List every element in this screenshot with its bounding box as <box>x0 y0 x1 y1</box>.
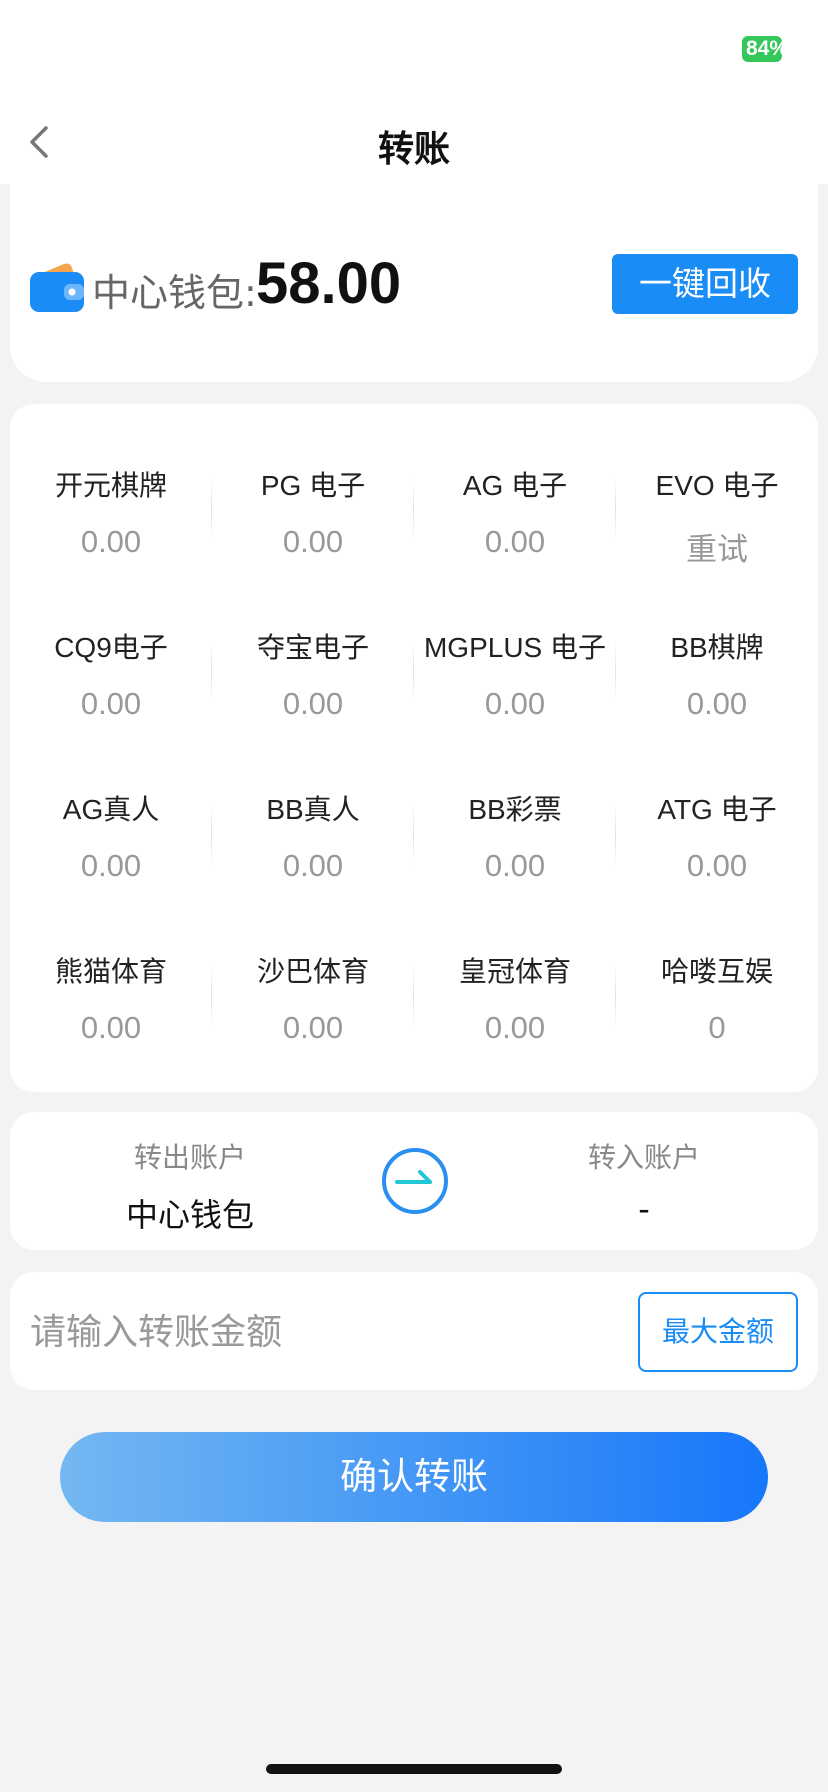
platform-cell[interactable]: AG 电子 0.00 <box>414 436 616 598</box>
wallet-balance: 58.00 <box>256 251 402 316</box>
platform-balance: 0.00 <box>686 686 748 721</box>
platform-name: CQ9电子 <box>54 632 168 663</box>
swap-arrow-icon[interactable] <box>380 1146 450 1216</box>
platform-name: PG 电子 <box>260 470 366 501</box>
platform-name: 开元棋牌 <box>54 470 167 501</box>
platform-cell[interactable]: EVO 电子重试 <box>616 436 818 598</box>
wallet-icon <box>30 263 84 312</box>
platform-cell[interactable]: BB真人 0.00 <box>212 760 414 922</box>
platform-balance: 0.00 <box>484 1010 546 1045</box>
battery-indicator: 84% <box>742 36 782 62</box>
platform-balance: 0 <box>708 1010 726 1045</box>
platform-balance: 0.00 <box>282 686 344 721</box>
confirm-transfer-button[interactable]: 确认转账 <box>60 1432 768 1522</box>
platform-cell[interactable]: 开元棋牌 0.00 <box>10 436 212 598</box>
platform-balance: 0.00 <box>282 524 344 559</box>
platform-cell[interactable]: AG真人 0.00 <box>10 760 212 922</box>
from-account-label: 转出账户 <box>133 1141 246 1174</box>
platform-cell[interactable]: 皇冠体育 0.00 <box>414 922 616 1084</box>
platform-balance: 0.00 <box>282 1010 344 1045</box>
nav-bar: 转账 <box>0 100 828 184</box>
platform-name: AG 电子 <box>462 470 568 501</box>
platform-cell[interactable]: 哈喽互娱 0 <box>616 922 818 1084</box>
to-account-value[interactable]: - <box>464 1190 824 1228</box>
platform-balance: 0.00 <box>484 686 546 721</box>
platform-balance: 0.00 <box>484 848 546 883</box>
platform-name: 沙巴体育 <box>256 956 369 987</box>
platform-cell[interactable]: CQ9电子 0.00 <box>10 598 212 760</box>
page-title: 转账 <box>377 129 450 170</box>
platform-cell[interactable]: ATG 电子 0.00 <box>616 760 818 922</box>
platform-name: 哈喽互娱 <box>660 956 773 987</box>
platform-name: BB棋牌 <box>670 632 764 663</box>
wallet-card: 中心钱包: 58.00 一键回收 <box>10 184 818 382</box>
home-indicator <box>266 1764 562 1774</box>
platform-name: 皇冠体育 <box>458 956 571 987</box>
to-account-label: 转入账户 <box>587 1141 700 1174</box>
platform-name: BB真人 <box>266 794 360 825</box>
amount-card: 最大金额 <box>10 1272 818 1390</box>
platform-name: 熊猫体育 <box>54 956 167 987</box>
platform-grid: 开元棋牌 0.00 PG 电子 0.00 AG 电子 0.00 EVO 电子重试 CQ9电子 0… <box>10 436 818 1084</box>
platform-name: MGPLUS 电子 <box>423 632 607 663</box>
platform-balance: 0.00 <box>80 686 142 721</box>
from-account-value[interactable]: 中心钱包 <box>10 1190 370 1236</box>
platform-cell[interactable]: BB棋牌 0.00 <box>616 598 818 760</box>
platform-name: EVO 电子 <box>655 470 779 501</box>
platform-cell[interactable]: 夺宝电子 0.00 <box>212 598 414 760</box>
transfer-accounts-card: 转出账户 中心钱包 转入账户 - <box>10 1112 818 1250</box>
platform-name: 夺宝电子 <box>256 632 369 663</box>
max-amount-button[interactable]: 最大金额 <box>638 1292 798 1372</box>
platform-balance: 0.00 <box>686 848 748 883</box>
platform-cell[interactable]: BB彩票 0.00 <box>414 760 616 922</box>
wallet-label: 中心钱包: <box>92 271 257 315</box>
status-bar: 84% <box>0 0 828 100</box>
platform-balance: 0.00 <box>80 1010 142 1045</box>
transfer-amount-input[interactable] <box>30 1302 610 1362</box>
platform-cell[interactable]: 熊猫体育 0.00 <box>10 922 212 1084</box>
platform-balance: 0.00 <box>484 524 546 559</box>
platform-balance: 0.00 <box>80 524 142 559</box>
platform-name: AG真人 <box>62 794 160 825</box>
platform-balances-card: 开元棋牌 0.00 PG 电子 0.00 AG 电子 0.00 EVO 电子重试 CQ9电子 0… <box>10 404 818 1092</box>
platform-balance: 0.00 <box>80 848 142 883</box>
platform-balance: 重试 <box>686 532 748 567</box>
one-click-recycle-button[interactable]: 一键回收 <box>612 254 798 314</box>
platform-balance: 0.00 <box>282 848 344 883</box>
platform-cell[interactable]: 沙巴体育 0.00 <box>212 922 414 1084</box>
platform-cell[interactable]: PG 电子 0.00 <box>212 436 414 598</box>
platform-name: BB彩票 <box>468 794 562 825</box>
platform-cell[interactable]: MGPLUS 电子 0.00 <box>414 598 616 760</box>
platform-name: ATG 电子 <box>657 794 777 825</box>
